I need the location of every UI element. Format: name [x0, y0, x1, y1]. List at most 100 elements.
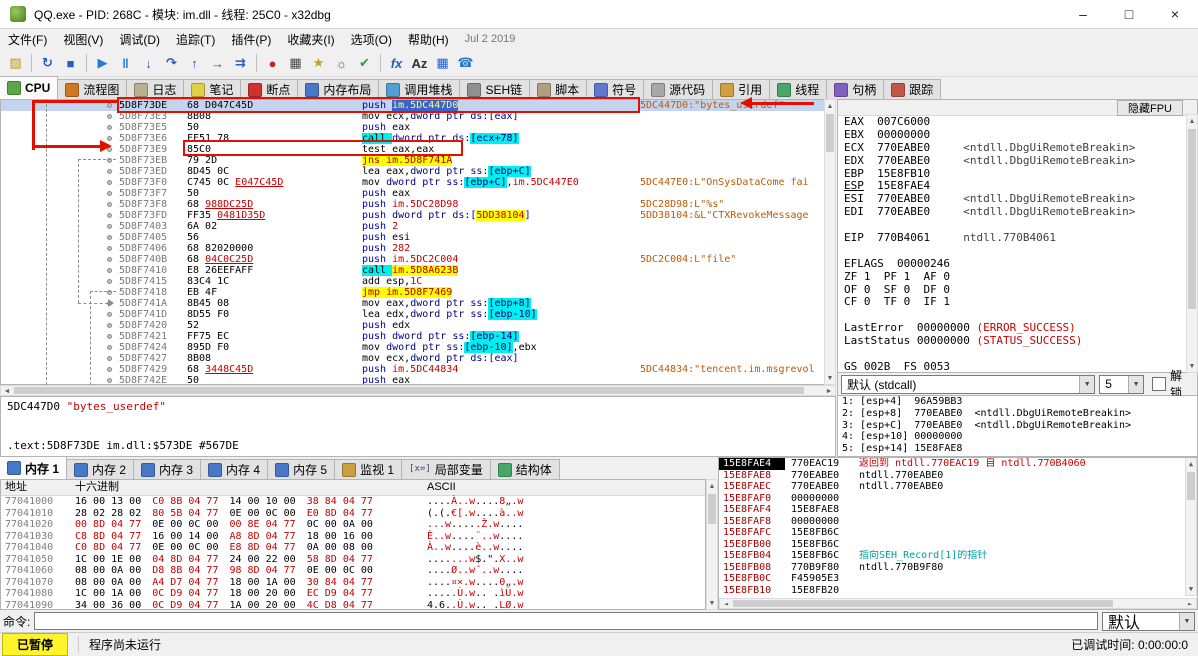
step-over-icon[interactable]: ↷ [161, 53, 182, 74]
scroll-right-icon[interactable]: ► [1185, 599, 1195, 609]
tab-mem5[interactable]: 内存 5 [267, 459, 336, 479]
step-into-icon[interactable]: ↓ [138, 53, 159, 74]
disasm-row[interactable]: 5D8F741D 8D55 F0 lea edx,dword ptr ss:[ebp… [1, 309, 824, 320]
stack-row[interactable]: 15E8FB0C F45905E3 [719, 573, 1185, 585]
disasm-horizontal-scrollbar[interactable]: ◄ ► [0, 385, 836, 396]
breakpoint-dot[interactable] [107, 246, 112, 251]
disasm-row[interactable]: 5D8F742E 50 push eax [1, 375, 824, 384]
stack-row[interactable]: 15E8FB10 15E8FB20 [719, 585, 1185, 597]
dump-row[interactable]: 77041000 16 00 13 00 C0 8B 04 77 14 00 10 0… [1, 496, 705, 508]
tab-callstack[interactable]: 调用堆栈 [378, 79, 461, 99]
breakpoint-dot[interactable] [107, 312, 112, 317]
disasm-row[interactable]: 5D8F73F0 C745 0C E047C45D mov dword ptr ss… [1, 177, 824, 188]
restart-icon[interactable]: ↻ [37, 53, 58, 74]
disasm-row[interactable]: 5D8F7421 FF75 EC push dword ptr ss:[ebp-14… [1, 331, 824, 342]
tab-mem3[interactable]: 内存 3 [133, 459, 202, 479]
favourites-icon[interactable]: ★ [308, 53, 329, 74]
disasm-row[interactable]: 5D8F73E3 8B08 mov ecx,dword ptr ds:[eax] [1, 111, 824, 122]
command-input[interactable] [34, 612, 1098, 630]
tab-locals[interactable]: [x=] 局部变量 [401, 459, 491, 479]
scroll-left-icon[interactable]: ◄ [2, 386, 12, 396]
stack-row[interactable]: 15E8FB00 15E8FB6C [719, 539, 1185, 551]
breakpoint-dot[interactable] [107, 147, 112, 152]
disasm-row[interactable]: 5D8F73DE 68 D047C45D push im.5DC447D0 5DC44… [1, 100, 824, 111]
breakpoint-dot[interactable] [107, 169, 112, 174]
disasm-vertical-scrollbar[interactable]: ▲ ▼ [824, 99, 836, 385]
scroll-thumb[interactable] [1187, 472, 1195, 500]
menu-item[interactable]: 调试(D) [111, 29, 168, 50]
dump-row[interactable]: 77041010 28 02 28 02 80 5B 04 77 0E 00 0C 0… [1, 508, 705, 520]
breakpoint-dot[interactable] [107, 345, 112, 350]
dump-row[interactable]: 77041030 C8 8D 04 77 16 00 14 00 A8 8D 04 7… [1, 531, 705, 543]
scroll-thumb[interactable] [733, 600, 1113, 607]
register-line[interactable]: LastStatus 00000000 (STATUS_SUCCESS) [838, 334, 1197, 348]
scroll-down-icon[interactable]: ▼ [707, 598, 717, 608]
scroll-down-icon[interactable]: ▼ [1186, 584, 1196, 594]
stack-horizontal-scrollbar[interactable]: ◄ ► [719, 598, 1197, 609]
tab-memmap[interactable]: 内存布局 [297, 79, 380, 99]
breakpoint-dot[interactable] [107, 191, 112, 196]
stack-row[interactable]: 15E8FAE8 770EABE0 ntdll.770EABE0 [719, 470, 1185, 482]
stop-icon[interactable]: ■ [60, 53, 81, 74]
disasm-row[interactable]: 5D8F73EB 79 2D jns im.5D8F741A [1, 155, 824, 166]
breakpoint-dot[interactable] [107, 268, 112, 273]
argument-line[interactable]: 2: [esp+8] 770EABE0 <ntdll.DbgUiRemoteBr… [838, 408, 1197, 420]
tab-mem4[interactable]: 内存 4 [200, 459, 269, 479]
scroll-thumb[interactable] [708, 494, 716, 524]
scroll-up-icon[interactable]: ▲ [825, 101, 835, 111]
dump-row[interactable]: 77041040 C0 8D 04 77 0E 00 0C 00 E8 8D 04 7… [1, 542, 705, 554]
disasm-row[interactable]: 5D8F73E9 85C0 test eax,eax [1, 144, 824, 155]
maximize-button[interactable]: □ [1106, 0, 1152, 28]
tab-source[interactable]: 源代码 [643, 79, 714, 99]
chevron-down-icon[interactable]: ▼ [1179, 612, 1194, 630]
breakpoint-dot[interactable] [107, 257, 112, 262]
settings-icon[interactable]: ☼ [331, 53, 352, 74]
stack-row[interactable]: 15E8FAF0 00000000 [719, 493, 1185, 505]
disasm-row[interactable]: 5D8F7420 52 push edx [1, 320, 824, 331]
phone-icon[interactable]: ☎ [455, 53, 476, 74]
step-out-icon[interactable]: ↑ [184, 53, 205, 74]
argument-line[interactable]: 4: [esp+10] 00000000 [838, 431, 1197, 443]
register-line[interactable]: GS 002B FS 0053 [838, 360, 1197, 372]
dump-row[interactable]: 77041060 08 00 0A 00 D8 8B 04 77 98 8D 04 7… [1, 565, 705, 577]
breakpoint-dot[interactable] [107, 114, 112, 119]
breakpoint-dot[interactable] [107, 378, 112, 383]
stack-row[interactable]: 15E8FB04 15E8FB6C 指向SEH_Record[1]的指针 [719, 550, 1185, 562]
disasm-row[interactable]: 5D8F73F8 68 988DC25D push im.5DC28D98 5DC28… [1, 199, 824, 210]
menu-item[interactable]: 视图(V) [55, 29, 111, 50]
run-icon[interactable]: ▶ [92, 53, 113, 74]
scroll-up-icon[interactable]: ▲ [1186, 459, 1196, 469]
scroll-thumb[interactable] [826, 114, 834, 152]
dump-row[interactable]: 77041090 34 00 36 00 0C D9 04 77 1A 00 20 0… [1, 600, 705, 610]
tab-breakpoints[interactable]: 断点 [240, 79, 299, 99]
disasm-row[interactable]: 5D8F73E6 FF51 78 call dword ptr ds:[ecx+78… [1, 133, 824, 144]
dump-row[interactable]: 77041070 08 00 0A 00 A4 D7 04 77 18 00 1A 0… [1, 577, 705, 589]
scroll-thumb[interactable] [14, 387, 804, 394]
menu-item[interactable]: 帮助(H) [400, 29, 457, 50]
disasm-row[interactable]: 5D8F73ED 8D45 0C lea eax,dword ptr ss:[ebp… [1, 166, 824, 177]
open-file-icon[interactable]: ▨ [5, 53, 26, 74]
stack-row[interactable]: 15E8FAF8 00000000 [719, 516, 1185, 528]
breakpoint-dot[interactable] [107, 158, 112, 163]
tab-trace[interactable]: 跟踪 [883, 79, 942, 99]
stack-row[interactable]: 15E8FB08 770B9F80 ntdll.770B9F80 [719, 562, 1185, 574]
scroll-down-icon[interactable]: ▼ [825, 373, 835, 383]
disasm-row[interactable]: 5D8F73E5 50 push eax [1, 122, 824, 133]
registers-vertical-scrollbar[interactable]: ▲ ▼ [1186, 114, 1198, 373]
register-line[interactable]: EDI 770EABE0 <ntdll.DbgUiRemoteBreakin> [838, 205, 1197, 219]
breakpoint-dot[interactable] [107, 202, 112, 207]
dump-row[interactable]: 77041080 1C 00 1A 00 0C D9 04 77 18 00 20 0… [1, 588, 705, 600]
tab-handles[interactable]: 句柄 [826, 79, 885, 99]
tab-notes[interactable]: 笔记 [183, 79, 242, 99]
arg-count-select[interactable]: 5 ▼ [1099, 374, 1145, 394]
minimize-button[interactable]: – [1060, 0, 1106, 28]
animate-icon[interactable]: ⇉ [230, 53, 251, 74]
pause-icon[interactable]: ‖ [115, 53, 136, 74]
breakpoint-dot[interactable] [107, 180, 112, 185]
register-line[interactable]: CF 0 TF 0 IF 1 [838, 296, 1197, 309]
close-button[interactable]: × [1152, 0, 1198, 28]
breakpoint-dot[interactable] [107, 356, 112, 361]
dump-row[interactable]: 77041020 00 8D 04 77 0E 00 0C 00 00 8E 04 7… [1, 519, 705, 531]
dump-row[interactable]: 77041050 1C 00 1E 00 04 8D 04 77 24 00 22 0… [1, 554, 705, 566]
calculator-icon[interactable]: ▦ [432, 53, 453, 74]
